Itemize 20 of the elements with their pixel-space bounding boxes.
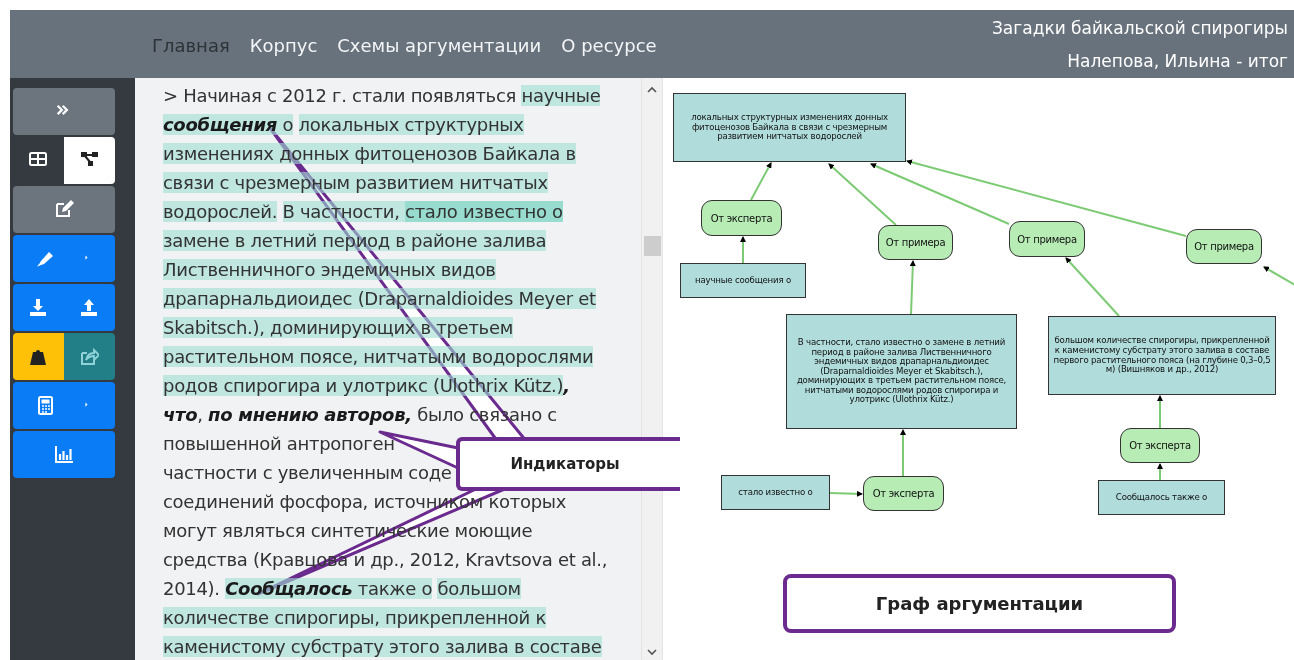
statement-node[interactable]: научные сообщения о	[680, 263, 806, 298]
statement-node[interactable]: большом количестве спирогиры, прикрепленной к каменистому субстрату этого залива в составе первого растительного пояса (на глубине 0,3–0,5 м) (Вишняков и др., 2012)	[1048, 316, 1276, 395]
scheme-node[interactable]: От примера	[878, 225, 953, 260]
callout-label: Граф аргументации	[783, 574, 1176, 633]
scheme-node[interactable]: От эксперта	[1120, 428, 1200, 463]
nav-link[interactable]: Корпус	[249, 34, 318, 56]
statement-node[interactable]: Сообщалось также о	[1098, 480, 1225, 515]
scheme-node[interactable]: От примера	[1009, 221, 1085, 257]
statement-node[interactable]: локальных структурных изменениях донных фитоценозов Байкала в связи с чрезмерным развитием нитчатых водорослей	[673, 93, 906, 162]
statement-node[interactable]: В частности, стало известно о замене в летний период в районе залива Лиственничного эндемичных видов драпарнальдиоидес (Draparnaldioides Meyer et Skabitsch.), доминирующих в третьем растительном поясе, нитчатыми водорослями родов спирогира и улотрикс (Ulothrix Kütz.)	[786, 314, 1017, 429]
header-text: Налепова, Ильина - итог	[1067, 50, 1288, 71]
text-line: повышенной антропоген	[163, 432, 395, 456]
scheme-node[interactable]: От эксперта	[863, 476, 944, 511]
scheme-node[interactable]: От эксперта	[701, 200, 782, 236]
header-text: Загадки байкальской спирогиры	[991, 17, 1288, 38]
nav-link[interactable]: Схемы аргументации	[337, 34, 542, 56]
scheme-node[interactable]: От примера	[1186, 229, 1262, 264]
statement-node[interactable]: стало известно о	[721, 475, 830, 510]
nav-link[interactable]: О ресурсе	[561, 34, 657, 56]
text-line: частности с увеличенным соде	[163, 461, 452, 485]
